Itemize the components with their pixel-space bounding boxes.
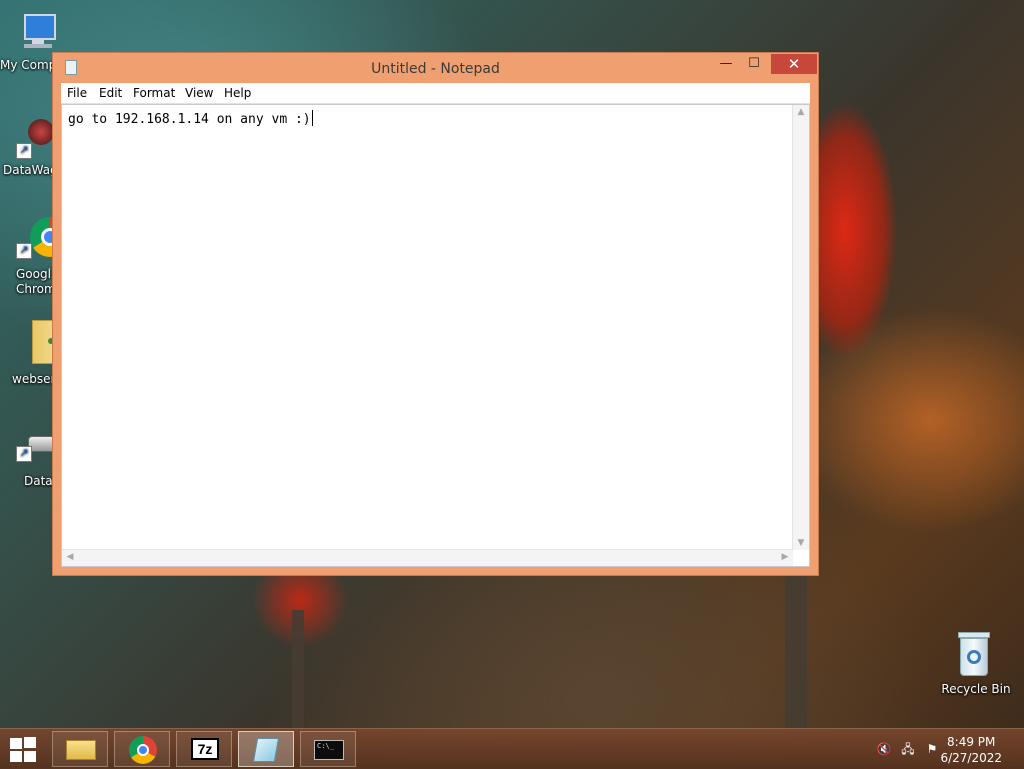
wallpaper-stem bbox=[785, 560, 807, 730]
chrome-icon bbox=[129, 736, 157, 764]
desktop-icon-my-computer[interactable]: My Comp bbox=[0, 10, 72, 72]
scroll-up-arrow-icon[interactable]: ▲ bbox=[793, 107, 809, 117]
text-caret bbox=[311, 110, 313, 126]
horizontal-scrollbar[interactable]: ◀ ▶ bbox=[62, 549, 793, 566]
clock-time: 8:49 PM bbox=[947, 735, 996, 749]
desktop-icon-label: My Comp bbox=[0, 58, 57, 72]
7zip-icon: 7z bbox=[191, 738, 219, 760]
computer-icon bbox=[14, 10, 58, 54]
taskbar-file-explorer[interactable] bbox=[52, 731, 108, 767]
scroll-down-arrow-icon[interactable]: ▼ bbox=[793, 538, 809, 548]
menu-file[interactable]: File bbox=[67, 86, 87, 100]
clock[interactable]: 8:49 PM 6/27/2022 bbox=[940, 734, 1002, 766]
menu-help[interactable]: Help bbox=[224, 86, 251, 100]
taskbar-notepad[interactable] bbox=[238, 731, 294, 767]
notepad-window: Untitled - Notepad — ☐ ✕ File Edit Forma… bbox=[52, 52, 819, 576]
shortcut-arrow-icon: ↗ bbox=[16, 243, 32, 259]
shortcut-arrow-icon: ↗ bbox=[16, 446, 32, 462]
desktop-icon-label: DataWag bbox=[3, 163, 58, 177]
minimize-button[interactable]: — bbox=[713, 54, 739, 74]
title-bar[interactable]: Untitled - Notepad — ☐ ✕ bbox=[53, 53, 818, 83]
editor-content[interactable]: go to 192.168.1.14 on any vm :) bbox=[68, 110, 313, 127]
desktop-icon-label: Recycle Bin bbox=[941, 682, 1011, 696]
window-title: Untitled - Notepad bbox=[371, 61, 500, 77]
scroll-right-arrow-icon[interactable]: ▶ bbox=[777, 552, 793, 562]
editor-text: go to 192.168.1.14 on any vm :) bbox=[68, 112, 311, 127]
taskbar-command-prompt[interactable]: C:\_ bbox=[300, 731, 356, 767]
taskbar: 7z C:\_ 🔇 🖧 ⚑ 8:49 PM 6/27/2022 bbox=[0, 728, 1024, 769]
action-center-flag-icon[interactable]: ⚑ bbox=[924, 741, 940, 757]
maximize-button[interactable]: ☐ bbox=[741, 54, 767, 74]
notepad-icon bbox=[252, 738, 280, 762]
recycle-bin-icon bbox=[956, 630, 992, 678]
desktop-icon-recycle-bin[interactable]: Recycle Bin bbox=[938, 630, 1011, 696]
cmd-icon: C:\_ bbox=[314, 740, 344, 760]
menu-format[interactable]: Format bbox=[133, 86, 175, 100]
wallpaper-stem bbox=[292, 610, 304, 730]
taskbar-chrome[interactable] bbox=[114, 731, 170, 767]
network-icon[interactable]: 🖧 bbox=[900, 741, 916, 757]
scroll-left-arrow-icon[interactable]: ◀ bbox=[62, 552, 78, 562]
menu-bar: File Edit Format View Help bbox=[61, 83, 810, 104]
menu-view[interactable]: View bbox=[185, 86, 213, 100]
system-tray: 🔇 🖧 ⚑ 8:49 PM 6/27/2022 bbox=[864, 729, 1024, 769]
shortcut-arrow-icon: ↗ bbox=[16, 143, 32, 159]
start-button[interactable] bbox=[10, 737, 38, 763]
text-editor[interactable]: go to 192.168.1.14 on any vm :) ▲ ▼ ◀ ▶ bbox=[61, 104, 810, 567]
clock-date: 6/27/2022 bbox=[940, 751, 1002, 765]
folder-icon bbox=[66, 740, 96, 760]
taskbar-7zip[interactable]: 7z bbox=[176, 731, 232, 767]
close-button[interactable]: ✕ bbox=[771, 54, 817, 74]
menu-edit[interactable]: Edit bbox=[99, 86, 122, 100]
vertical-scrollbar[interactable]: ▲ ▼ bbox=[792, 105, 809, 550]
desktop-icon-label: Googl Chrom bbox=[16, 267, 56, 296]
volume-muted-icon[interactable]: 🔇 bbox=[876, 741, 892, 757]
